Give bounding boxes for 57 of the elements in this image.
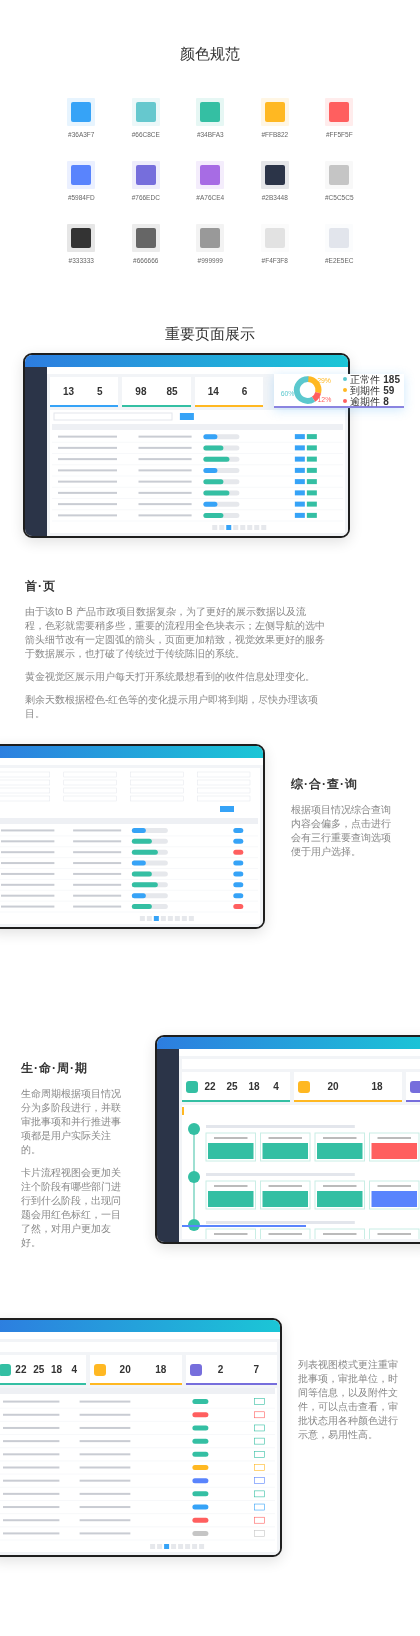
stat-number: 18	[370, 1080, 384, 1093]
process-card[interactable]	[314, 1132, 365, 1162]
process-card[interactable]	[369, 1180, 420, 1210]
stat-number: 22	[203, 1080, 217, 1093]
stat-number: 18	[50, 1363, 64, 1376]
process-card[interactable]	[205, 1132, 256, 1162]
stat-number: 22	[14, 1363, 28, 1376]
section-title: 重要页面展示	[165, 325, 255, 342]
legend-count: 59	[383, 384, 395, 396]
legend-label: 到期件	[350, 384, 381, 396]
process-card[interactable]	[260, 1228, 311, 1239]
stage-node	[188, 1123, 200, 1135]
document-icon	[189, 1363, 202, 1376]
stat-number: 25	[225, 1080, 239, 1093]
section-heading: 生·命·周·期	[21, 1060, 89, 1077]
section-heading: 综·合·查·询	[291, 776, 359, 793]
document-icon	[298, 1080, 310, 1093]
description-text: 生命周期根据项目情况分为多阶段进行，并联审批事项和并行推进事项都是用户实际关注的。	[21, 1087, 122, 1157]
stat-number: 4	[70, 1363, 79, 1376]
description-text: 由于该to B 产品市政项目数据复杂，为了更好的展示数据以及流程，色彩就需要稍多些，重要的流程用全色块表示；左侧导航的选中箭头细节改有一定圆弧的箭头，页面更加精致，视觉效果更好的服务于数据展示，也打破了传统过于传统陈旧的系统。	[25, 605, 325, 661]
stat-number: 7	[252, 1363, 260, 1376]
stat-number: 18	[247, 1080, 261, 1093]
process-card[interactable]	[314, 1180, 365, 1210]
document-icon	[186, 1080, 198, 1093]
stat-number: 14	[206, 385, 220, 398]
stat-number: 98	[134, 385, 148, 398]
process-card[interactable]	[205, 1180, 256, 1210]
description-text: 黄金视觉区展示用户每天打开系统最想看到的收件信息处理变化。	[25, 670, 316, 684]
process-card[interactable]	[369, 1132, 420, 1162]
section-title: 颜色规范	[180, 45, 240, 62]
stat-number: 25	[32, 1363, 46, 1376]
legend-label: 逾期件	[350, 395, 381, 407]
process-card[interactable]	[314, 1228, 365, 1239]
stat-number: 6	[240, 385, 249, 398]
stage-node	[188, 1171, 200, 1183]
legend-count: 8	[383, 395, 389, 407]
process-card[interactable]	[260, 1132, 311, 1162]
description-text: 卡片流程视图会更加关注个阶段有哪些部门进行到什么阶段，出现问题会用红色标红，一目了然，对用户更加友好。	[21, 1166, 122, 1250]
document-icon	[94, 1363, 107, 1376]
stat-number: 20	[118, 1363, 132, 1376]
stat-number: 13	[62, 385, 76, 398]
legend-count: 185	[383, 373, 400, 385]
process-card[interactable]	[369, 1228, 420, 1239]
stat-number: 85	[165, 385, 179, 398]
description-text: 列表视图模式更注重审批事项，审批单位，时间等信息，以及附件文件，可以点击查看，审批状态用各种颜色进行示意，易用性高。	[298, 1358, 399, 1442]
legend-label: 正常件	[350, 373, 381, 385]
section-marker	[182, 1107, 184, 1115]
stat-number: 5	[95, 385, 104, 398]
stat-number: 2	[216, 1363, 225, 1376]
process-card[interactable]	[260, 1180, 311, 1210]
process-card[interactable]	[205, 1228, 256, 1239]
stat-number: 18	[154, 1363, 168, 1376]
stat-number: 4	[272, 1080, 280, 1093]
description-text: 根据项目情况综合查询内容会偏多，点击进行会有三行重要查询选项便于用户选择。	[291, 803, 392, 859]
section-heading: 首·页	[25, 578, 57, 595]
description-text: 剩余天数根据橙色-红色等的变化提示用户即将到期，尽快办理该项目。	[25, 693, 320, 720]
stat-number: 20	[326, 1080, 340, 1093]
